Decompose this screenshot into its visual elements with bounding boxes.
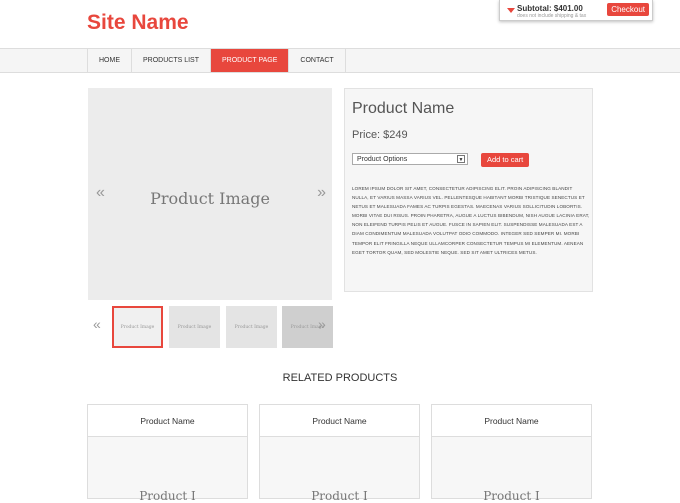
dropdown-arrow-icon[interactable]: ▼: [457, 155, 465, 163]
related-image-label: Product I: [139, 489, 196, 503]
cart-widget: Subtotal: $401.00 does not include shipp…: [499, 0, 653, 21]
related-product-name[interactable]: Product Name: [432, 405, 591, 437]
thumbnail-label: Product Image: [234, 324, 269, 330]
cart-shipping-note: does not include shipping & tax: [517, 13, 587, 19]
caret-down-icon[interactable]: [507, 8, 515, 13]
thumbnail-3[interactable]: Product Image: [226, 306, 277, 348]
thumbs-prev-arrow-icon[interactable]: «: [93, 316, 101, 332]
thumbnail-label: Product Image: [120, 324, 155, 330]
related-product-name[interactable]: Product Name: [88, 405, 247, 437]
image-next-arrow-icon[interactable]: »: [317, 184, 326, 202]
thumbnail-1[interactable]: Product Image: [112, 306, 163, 348]
nav-item-products-list[interactable]: PRODUCTS LIST: [132, 49, 212, 72]
related-product-image[interactable]: Product I: [260, 437, 419, 503]
related-product-name[interactable]: Product Name: [260, 405, 419, 437]
site-name[interactable]: Site Name: [87, 11, 189, 35]
related-product-image[interactable]: Product I: [88, 437, 247, 503]
main-product-image: « Product Image »: [88, 88, 332, 300]
product-price: Price: $249: [352, 129, 408, 141]
main-image-label: Product Image: [150, 189, 270, 208]
related-product-card[interactable]: Product Name Product I: [259, 404, 420, 503]
nav-item-contact[interactable]: CONTACT: [289, 49, 346, 72]
related-products-title: RELATED PRODUCTS: [282, 372, 398, 384]
thumbs-next-arrow-icon[interactable]: »: [318, 316, 326, 332]
related-product-card[interactable]: Product Name Product I: [87, 404, 248, 503]
nav-item-product-page[interactable]: PRODUCT PAGE: [211, 49, 290, 72]
thumbnail-label: Product Image: [177, 324, 212, 330]
nav-menu: HOME PRODUCTS LIST PRODUCT PAGE CONTACT: [87, 49, 346, 72]
product-details-panel: Product Name Price: $249 Product Options…: [344, 88, 593, 292]
related-product-card[interactable]: Product Name Product I: [431, 404, 592, 503]
product-description: LOREM IPSUM DOLOR SIT AMET, CONSECTETUR …: [352, 186, 590, 255]
select-value: Product Options: [357, 156, 408, 163]
related-image-label: Product I: [311, 489, 368, 503]
main-navbar: HOME PRODUCTS LIST PRODUCT PAGE CONTACT: [0, 48, 680, 73]
related-image-label: Product I: [483, 489, 540, 503]
add-to-cart-button[interactable]: Add to cart: [481, 153, 530, 167]
product-options-select[interactable]: Product Options ▼: [352, 153, 468, 165]
nav-item-home[interactable]: HOME: [88, 49, 132, 72]
cart-subtotal: Subtotal: $401.00: [517, 4, 583, 13]
product-name: Product Name: [352, 100, 455, 117]
related-product-image[interactable]: Product I: [432, 437, 591, 503]
thumbnail-2[interactable]: Product Image: [169, 306, 220, 348]
checkout-button[interactable]: Checkout: [607, 3, 649, 16]
